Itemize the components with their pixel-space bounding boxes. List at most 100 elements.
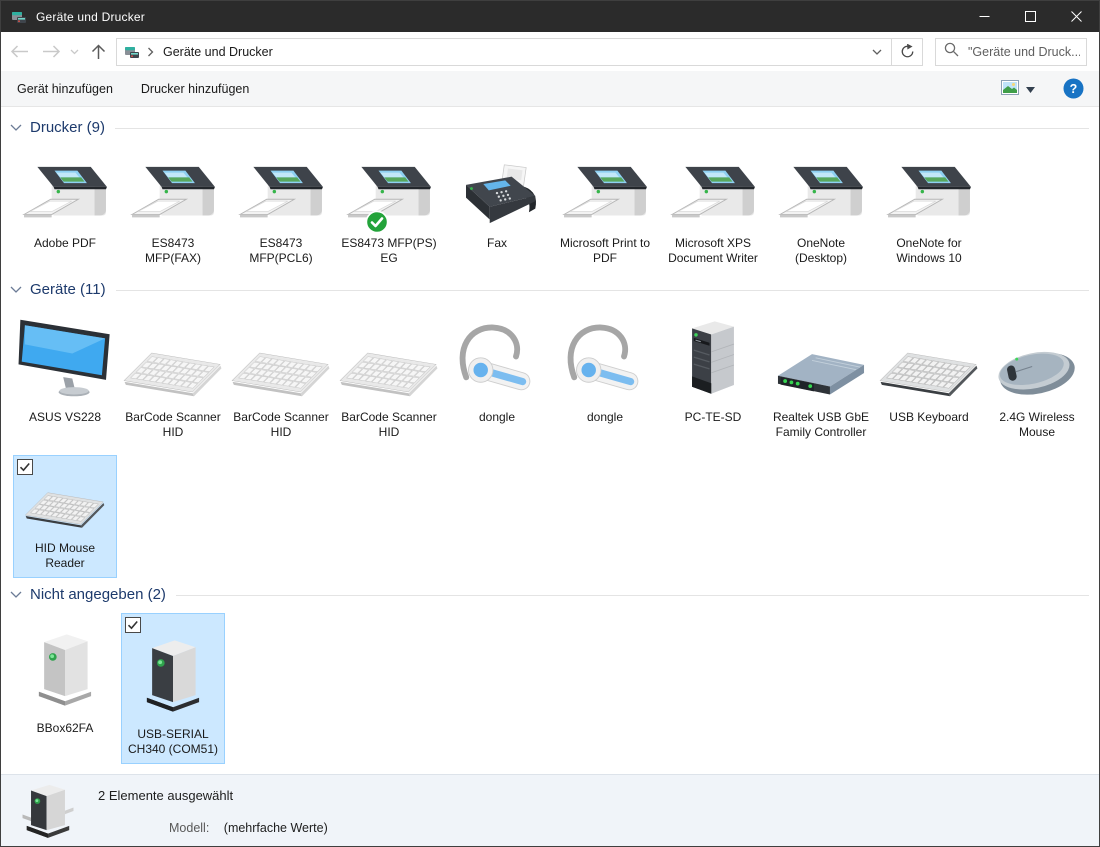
device-label: Microsoft Print to PDF — [554, 236, 656, 266]
device-label: HID Mouse Reader — [14, 541, 116, 571]
window-title: Geräte und Drucker — [36, 10, 145, 24]
window-controls — [961, 1, 1099, 32]
device-tile[interactable]: Adobe PDF — [13, 146, 117, 258]
section-title: Nicht angegeben (2) — [30, 586, 166, 603]
device-label: BarCode Scanner HID — [338, 410, 440, 440]
minimize-button[interactable] — [961, 1, 1007, 32]
device-tile[interactable]: OneNote (Desktop) — [769, 146, 873, 273]
device-label: ASUS VS228 — [14, 410, 116, 425]
breadcrumb[interactable]: Geräte und Drucker — [163, 45, 273, 59]
svg-text:?: ? — [1070, 82, 1078, 96]
printer-icon — [235, 164, 327, 225]
section-header[interactable]: Drucker (9) — [1, 114, 1099, 141]
device-tile[interactable]: dongle — [445, 308, 549, 432]
device-label: Realtek USB GbE Family Controller — [770, 410, 872, 440]
default-check-badge-icon — [365, 210, 389, 234]
keyboard-icon — [123, 346, 223, 399]
device-label: OneNote for Windows 10 — [878, 236, 980, 266]
model-value: (mehrfache Werte) — [224, 821, 328, 835]
section-rule — [176, 595, 1089, 596]
device-label: Microsoft XPS Document Writer — [662, 236, 764, 266]
device-tile[interactable]: BarCode Scanner HID — [121, 308, 225, 447]
device-tile[interactable]: ES8473 MFP(PCL6) — [229, 146, 333, 273]
device-icon-box — [338, 309, 440, 399]
device-icon-box — [122, 630, 224, 716]
device-tile[interactable]: ES8473 MFP(PS) EG — [337, 146, 441, 273]
address-bar[interactable]: Geräte und Drucker — [116, 38, 892, 66]
device-label: PC-TE-SD — [662, 410, 764, 425]
add-printer-button[interactable]: Drucker hinzufügen — [127, 71, 263, 106]
device-tile[interactable]: Microsoft XPS Document Writer — [661, 146, 765, 273]
device-icon-box — [986, 309, 1088, 399]
back-button[interactable] — [1, 32, 37, 71]
recent-locations-chevron-icon[interactable] — [65, 32, 83, 71]
printer-icon — [775, 164, 867, 225]
keyboard-dark-icon — [879, 346, 979, 399]
device-tile[interactable]: USB-SERIAL CH340 (COM51) — [121, 613, 225, 764]
keyboard-icon — [231, 346, 331, 399]
section-nicht-angegeben: Nicht angegeben (2) BBox62FAUSB-SERIAL C… — [1, 581, 1099, 767]
details-pane: 2 Elemente ausgewählt Modell: (mehrfache… — [1, 774, 1099, 846]
device-tile[interactable]: 2.4G Wireless Mouse — [985, 308, 1089, 447]
fax-icon — [453, 163, 541, 225]
add-device-button[interactable]: Gerät hinzufügen — [3, 71, 127, 106]
device-tile[interactable]: BarCode Scanner HID — [337, 308, 441, 447]
device-tile[interactable]: Fax — [445, 146, 549, 258]
device-icon-box — [554, 147, 656, 225]
model-row: Modell: (mehrfache Werte) — [169, 821, 328, 835]
device-tile[interactable]: Realtek USB GbE Family Controller — [769, 308, 873, 447]
collapse-chevron-icon — [10, 286, 22, 293]
mouse-icon — [992, 343, 1082, 399]
up-button[interactable] — [83, 32, 113, 71]
device-icon-box — [446, 147, 548, 225]
device-icon-box — [878, 147, 980, 225]
breadcrumb-chevron-icon[interactable] — [147, 47, 154, 57]
device-label: BarCode Scanner HID — [230, 410, 332, 440]
device-icon-box — [122, 309, 224, 399]
printer-icon — [883, 164, 975, 225]
section-header[interactable]: Geräte (11) — [1, 276, 1099, 303]
section-geraete: Geräte (11) ASUS VS228 BarCode Scanner HI… — [1, 276, 1099, 581]
forward-button[interactable] — [37, 32, 65, 71]
device-label: USB Keyboard — [878, 410, 980, 425]
search-box — [935, 38, 1087, 66]
view-options-button[interactable] — [1001, 80, 1035, 98]
device-icon-box — [230, 309, 332, 399]
command-bar-right: ? — [1001, 78, 1099, 99]
device-tile[interactable]: PC-TE-SD — [661, 308, 765, 432]
section-rule — [116, 290, 1089, 291]
device-label: Fax — [446, 236, 548, 251]
serial-device-icon — [21, 782, 75, 840]
device-tile[interactable]: dongle — [553, 308, 657, 432]
keyboard-dark-icon — [22, 487, 108, 530]
device-tile[interactable]: BBox62FA — [13, 613, 117, 743]
device-tile[interactable]: OneNote for Windows 10 — [877, 146, 981, 273]
search-input[interactable] — [966, 44, 1082, 60]
model-label: Modell: — [169, 821, 209, 835]
maximize-button[interactable] — [1007, 1, 1053, 32]
printer-icon — [127, 164, 219, 225]
printer-icon — [559, 164, 651, 225]
device-label: OneNote (Desktop) — [770, 236, 872, 266]
device-tile[interactable]: ES8473 MFP(FAX) — [121, 146, 225, 273]
help-button[interactable]: ? — [1063, 78, 1084, 99]
device-icon-box — [122, 147, 224, 225]
view-thumbnail-icon — [1001, 80, 1019, 98]
device-label: USB-SERIAL CH340 (COM51) — [122, 727, 224, 757]
item-checkbox-checked-icon[interactable] — [17, 459, 33, 475]
close-button[interactable] — [1053, 1, 1099, 32]
device-icon-box — [230, 147, 332, 225]
address-dropdown-chevron-icon[interactable] — [863, 49, 891, 55]
section-title: Geräte (11) — [30, 281, 106, 298]
device-tile[interactable]: USB Keyboard — [877, 308, 981, 432]
command-bar: Gerät hinzufügen Drucker hinzufügen ? — [1, 71, 1099, 107]
device-tile[interactable]: HID Mouse Reader — [13, 455, 117, 578]
device-label: 2.4G Wireless Mouse — [986, 410, 1088, 440]
device-tile[interactable]: BarCode Scanner HID — [229, 308, 333, 447]
section-rule — [115, 128, 1089, 129]
section-header[interactable]: Nicht angegeben (2) — [1, 581, 1099, 608]
refresh-button[interactable] — [892, 38, 923, 66]
device-tile[interactable]: Microsoft Print to PDF — [553, 146, 657, 273]
device-icon-box — [446, 309, 548, 399]
device-tile[interactable]: ASUS VS228 — [13, 308, 117, 432]
